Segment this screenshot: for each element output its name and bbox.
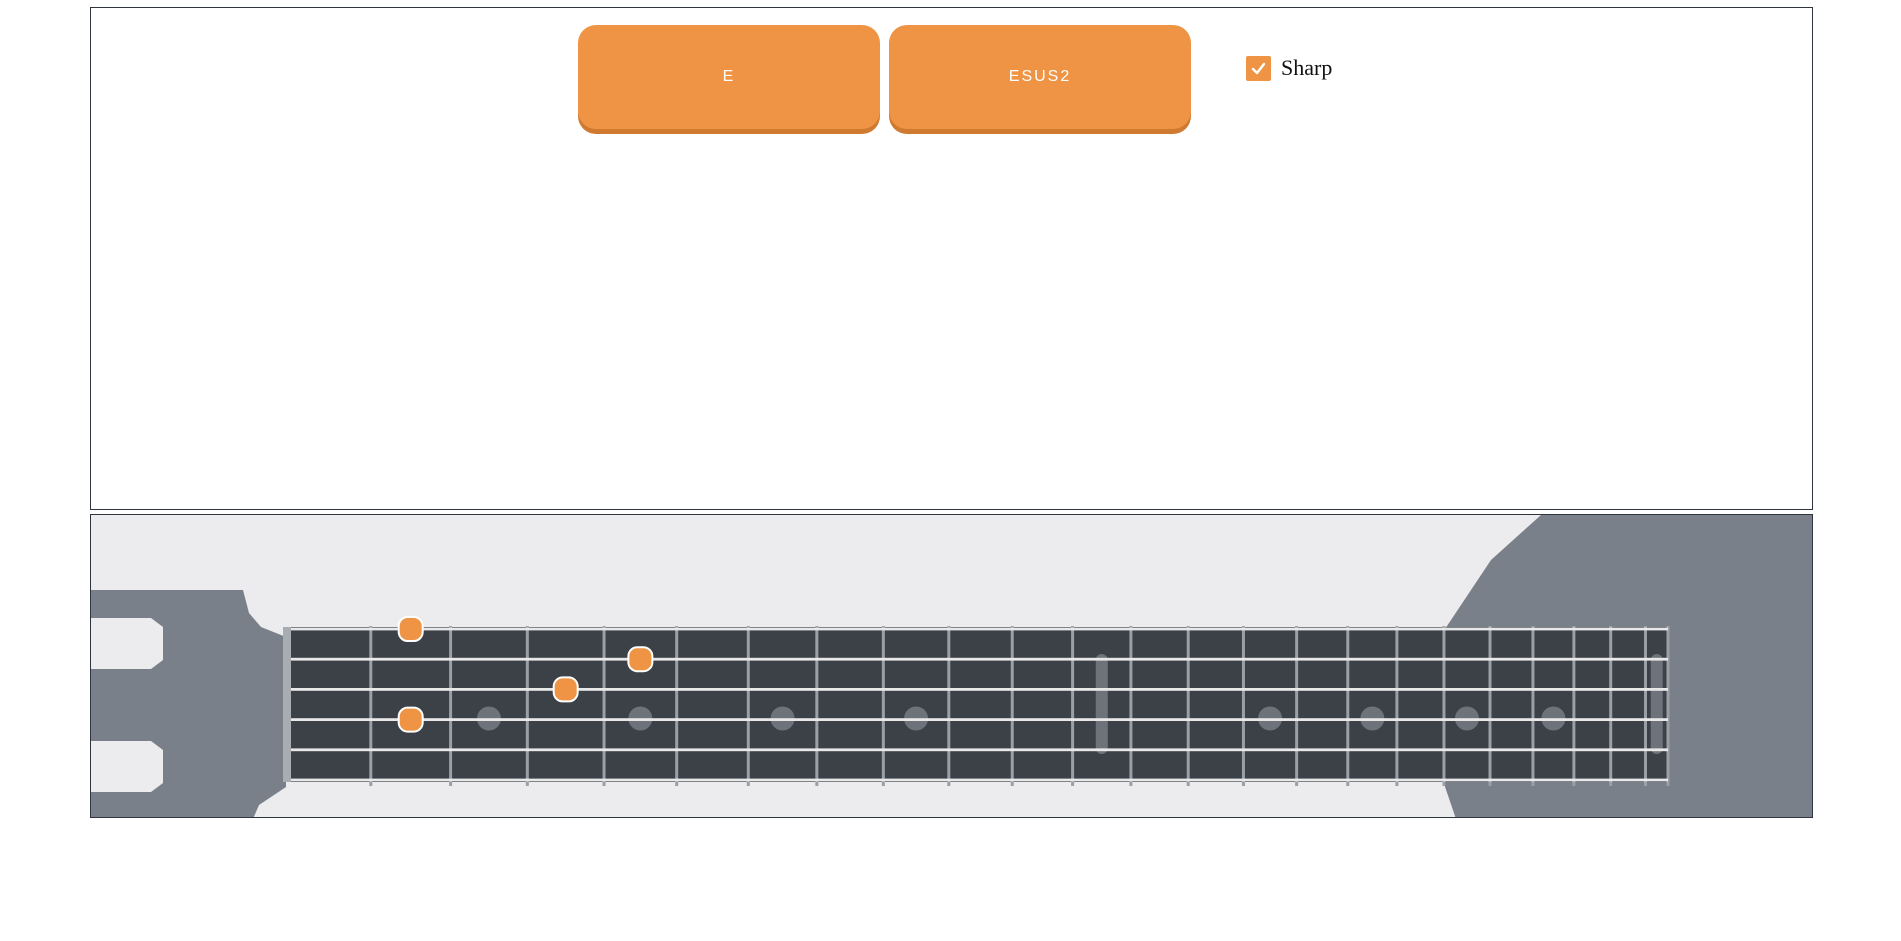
chord-type-button[interactable]: ESUS2 <box>889 25 1191 129</box>
fret-wire <box>369 626 373 786</box>
tuner-slot-upper <box>91 618 163 669</box>
fret-wire <box>1071 626 1075 786</box>
note-marker <box>552 676 579 703</box>
fret-wire <box>947 626 951 786</box>
fret-wire <box>1609 626 1613 786</box>
fret-inlay-bar <box>1650 654 1663 754</box>
fret-wire <box>1010 626 1014 786</box>
note-marker <box>397 616 424 642</box>
fret-wire <box>746 626 750 786</box>
guitar-string <box>291 688 1668 691</box>
guitar-string <box>291 657 1668 661</box>
note-marker <box>397 706 424 733</box>
fret-wire <box>1572 626 1576 786</box>
fretboard-panel <box>90 514 1813 818</box>
fret-wire <box>525 626 529 786</box>
root-note-button[interactable]: E <box>578 25 880 129</box>
fret-wire <box>1129 626 1133 786</box>
note-marker <box>627 646 654 673</box>
guitar-string <box>291 718 1668 721</box>
guitar-string <box>291 748 1668 752</box>
fret-wire <box>1346 626 1350 786</box>
guitar-string <box>291 627 1668 631</box>
fret-wire <box>1442 626 1446 786</box>
tuner-slot-lower <box>91 741 163 792</box>
fretboard-diagram <box>91 515 1812 817</box>
sharp-toggle[interactable]: Sharp <box>1246 55 1332 81</box>
fret-wire <box>881 626 885 786</box>
fret-wire <box>1395 626 1399 786</box>
fret-wire <box>602 626 606 786</box>
fret-wire <box>1666 626 1670 786</box>
chord-selector-panel: E ESUS2 Sharp <box>90 7 1813 510</box>
fret-inlay-bar <box>1095 654 1108 754</box>
checkmark-icon <box>1251 62 1266 74</box>
fret-wire <box>815 626 819 786</box>
fretboard-neck <box>291 627 1668 782</box>
guitar-string <box>291 778 1668 782</box>
fret-wire <box>1295 626 1299 786</box>
fret-wire <box>675 626 679 786</box>
sharp-label: Sharp <box>1281 55 1333 80</box>
fret-wire <box>449 626 453 786</box>
fret-wire <box>1488 626 1492 786</box>
fret-wire <box>1241 626 1245 786</box>
fret-wire <box>1531 626 1535 786</box>
fret-wire <box>1643 626 1647 786</box>
fret-wire <box>1186 626 1190 786</box>
nut <box>283 627 291 782</box>
sharp-checkbox[interactable] <box>1246 55 1271 81</box>
